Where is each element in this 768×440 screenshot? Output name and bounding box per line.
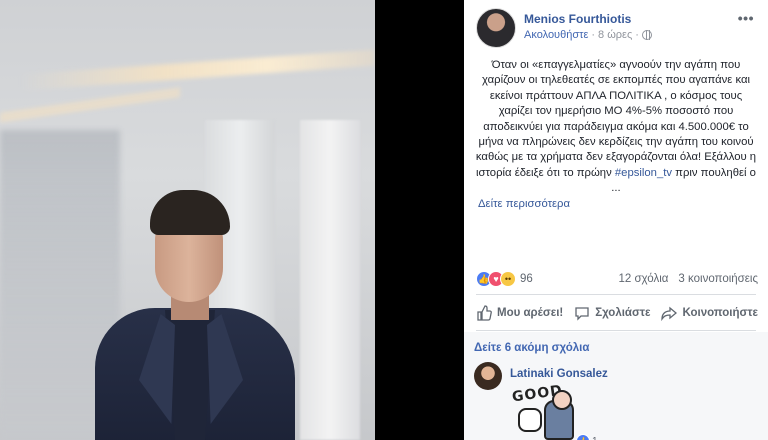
post-photo[interactable] [0,0,464,440]
comments-section: Δείτε 6 ακόμη σχόλια Latinaki Gonsalez G… [464,332,768,440]
divider [476,330,756,331]
wow-icon: •• [500,271,516,287]
see-more-link[interactable]: Δείτε περισσότερα [474,197,758,212]
post-side-panel: Menios Fourthiotis Ακολουθήστε · 8 ώρες … [464,0,768,440]
meta-separator: · [591,29,596,41]
reaction-count[interactable]: 96 [520,273,533,285]
share-button-label: Κοινοποιήστε [682,307,758,319]
comment-icon [575,307,589,321]
photo-viewer: Menios Fourthiotis Ακολουθήστε · 8 ώρες … [0,0,768,440]
post-actions: Μου αρέσει! Σχολιάστε Κοινοποιήστε [476,300,758,326]
commenter-name[interactable]: Latinaki Gonsalez [510,368,608,380]
photo-person [95,190,315,440]
comment-button-label: Σχολιάστε [595,307,651,319]
author-name[interactable]: Menios Fourthiotis [524,12,631,26]
author-avatar[interactable] [476,8,516,48]
person-hair [150,190,230,235]
hashtag-link[interactable]: #epsilon_tv [615,167,672,179]
share-count[interactable]: 3 κοινοποιήσεις [678,273,758,285]
comment-count[interactable]: 12 σχόλια [618,273,668,285]
comment-reaction-count: 1 [592,436,598,440]
sticker-thumb [518,408,542,432]
comment-button[interactable]: Σχολιάστε [574,305,650,321]
like-button[interactable]: Μου αρέσει! [476,305,563,321]
post-time[interactable]: 8 ώρες [598,29,632,41]
comment-sticker: GOOD [510,383,584,440]
post-header: Menios Fourthiotis Ακολουθήστε · 8 ώρες … [464,0,768,52]
post-text: Όταν οι «επαγγελματίες» αγνοούν την αγάπ… [474,58,758,212]
engagement-counts: 12 σχόλια 3 κοινοποιήσεις [618,273,758,285]
globe-icon [641,30,652,40]
share-button[interactable]: Κοινοποιήστε [661,305,758,321]
post-text-body: Όταν οι «επαγγελματίες» αγνοούν την αγάπ… [475,59,757,179]
divider [476,294,756,295]
view-more-comments-link[interactable]: Δείτε 6 ακόμη σχόλια [474,342,589,354]
share-icon [661,306,678,321]
commenter-avatar[interactable] [474,362,502,390]
reaction-icons[interactable]: 👍 ♥ •• [476,271,516,287]
photo-letterbox [375,0,464,440]
meta-separator: · [635,29,639,41]
sticker-figure [544,390,574,440]
thumbs-up-icon [477,305,492,321]
follow-link[interactable]: Ακολουθήστε [524,29,588,41]
like-button-label: Μου αρέσει! [497,307,564,319]
post-meta: Ακολουθήστε · 8 ώρες · [524,29,652,41]
more-options-icon[interactable]: ••• [738,10,754,26]
reactions-summary: 👍 ♥ •• 96 12 σχόλια 3 κοινοποιήσεις [476,270,758,288]
comment-like-icon[interactable]: 👍 [576,434,590,440]
